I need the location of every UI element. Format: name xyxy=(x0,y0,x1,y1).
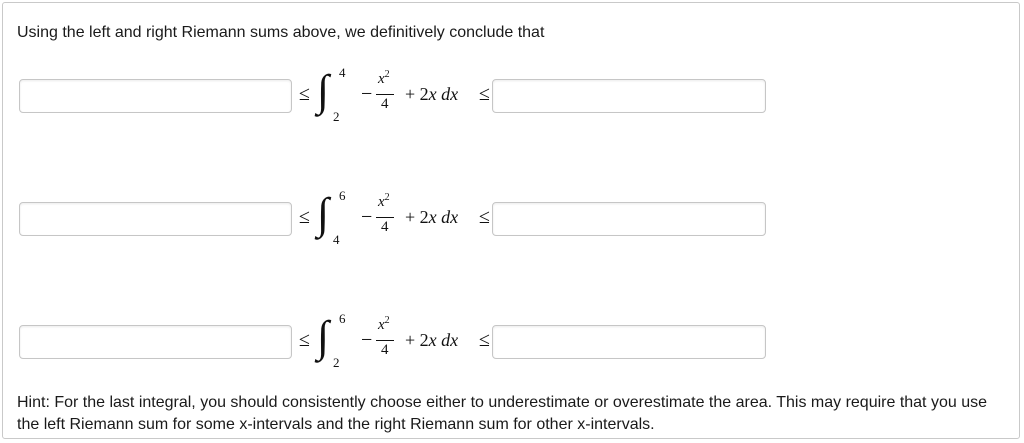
intro-text: Using the left and right Riemann sums ab… xyxy=(17,24,545,41)
leq-symbol: ≤ xyxy=(479,329,490,351)
integrand-rest: + 2x dx xyxy=(405,330,459,350)
lower-bound-input-2[interactable] xyxy=(19,202,292,236)
numerator: x2 xyxy=(378,69,390,87)
integrand-rest: + 2x dx xyxy=(405,207,459,227)
negation-sign: − xyxy=(361,83,373,105)
denominator: 4 xyxy=(381,96,389,112)
lower-limit: 2 xyxy=(333,109,340,124)
denominator: 4 xyxy=(381,342,389,358)
lower-bound-input-1[interactable] xyxy=(19,79,292,113)
lower-limit: 4 xyxy=(333,232,340,247)
integral-expression-2: ≤ ∫ 6 4 − x2 4 + 2x dx ≤ xyxy=(299,186,494,247)
upper-bound-input-1[interactable] xyxy=(492,79,766,113)
integral-symbol: ∫ xyxy=(317,189,330,238)
numerator: x2 xyxy=(378,315,390,333)
hint-text: Hint: For the last integral, you should … xyxy=(17,394,987,433)
negation-sign: − xyxy=(361,206,373,228)
leq-symbol: ≤ xyxy=(299,206,310,228)
lower-bound-input-3[interactable] xyxy=(19,325,292,359)
leq-symbol: ≤ xyxy=(479,206,490,228)
upper-limit: 6 xyxy=(339,311,346,326)
fraction-bar xyxy=(376,94,394,95)
denominator: 4 xyxy=(381,219,389,235)
leq-symbol: ≤ xyxy=(479,83,490,105)
integral-symbol: ∫ xyxy=(317,66,330,115)
upper-limit: 6 xyxy=(339,188,346,203)
upper-bound-input-3[interactable] xyxy=(492,325,766,359)
fraction-bar xyxy=(376,340,394,341)
leq-symbol: ≤ xyxy=(299,329,310,351)
leq-symbol: ≤ xyxy=(299,83,310,105)
negation-sign: − xyxy=(361,329,373,351)
integral-expression-1: ≤ ∫ 4 2 − x2 4 + 2x dx ≤ xyxy=(299,63,494,124)
numerator: x2 xyxy=(378,192,390,210)
upper-limit: 4 xyxy=(339,65,346,80)
upper-bound-input-2[interactable] xyxy=(492,202,766,236)
fraction-bar xyxy=(376,217,394,218)
integrand-rest: + 2x dx xyxy=(405,84,459,104)
lower-limit: 2 xyxy=(333,355,340,370)
integral-symbol: ∫ xyxy=(317,312,330,361)
integral-expression-3: ≤ ∫ 6 2 − x2 4 + 2x dx ≤ xyxy=(299,309,494,370)
question-panel: Using the left and right Riemann sums ab… xyxy=(2,2,1020,439)
